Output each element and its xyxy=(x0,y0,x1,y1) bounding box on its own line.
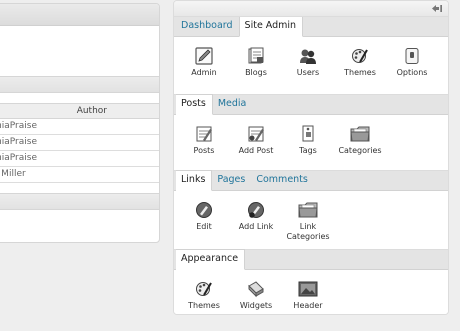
appearance-tabbar: Appearance xyxy=(174,249,448,270)
panel-blank-area xyxy=(0,26,159,76)
site-admin-tabbar: Dashboard Site Admin xyxy=(174,16,448,37)
add-link-menu-item[interactable]: Add Link xyxy=(230,201,282,249)
link-edit-icon xyxy=(196,202,212,218)
panel-header xyxy=(0,4,159,26)
menu-item-label: Categories xyxy=(338,146,382,155)
options-menu-item[interactable]: Options xyxy=(386,47,438,94)
collapse-sidebar-icon[interactable] xyxy=(431,4,443,13)
add-post-icon xyxy=(248,126,264,142)
link-add-icon xyxy=(248,202,264,218)
folder-icon xyxy=(350,126,370,142)
posts-icons: Posts Add Post Tags Categories xyxy=(174,115,448,171)
section-bar xyxy=(0,76,159,93)
menu-item-label: Header xyxy=(293,301,323,310)
tab-links[interactable]: Links xyxy=(176,170,213,191)
folder-icon xyxy=(298,202,318,218)
menu-item-label: Admin xyxy=(191,68,217,77)
menu-item-label: Add Post xyxy=(238,146,274,155)
users-icon xyxy=(300,49,316,64)
header-menu-item[interactable]: Header xyxy=(282,280,334,314)
admin-menu-panel: Dashboard Site Admin Admin Blogs Users T… xyxy=(173,0,449,315)
table-row[interactable]: y Miller xyxy=(0,167,159,183)
menu-item-label: Link Categories xyxy=(286,222,330,241)
section-bar xyxy=(0,193,159,210)
tags-icon xyxy=(302,125,314,142)
menu-item-label: Blogs xyxy=(245,68,267,77)
links-tabbar: Links Pages Comments xyxy=(174,170,448,191)
tags-menu-item[interactable]: Tags xyxy=(282,125,334,170)
appearance-icons: Themes Widgets Header xyxy=(174,270,448,314)
menu-item-label: Tags xyxy=(299,146,317,155)
widgets-menu-item[interactable]: Widgets xyxy=(230,280,282,314)
tab-appearance[interactable]: Appearance xyxy=(176,249,246,270)
menu-item-label: Widgets xyxy=(239,301,273,310)
author-column-header[interactable]: Author xyxy=(0,103,159,119)
admin-menu-item[interactable]: Admin xyxy=(178,47,230,94)
menu-item-label: Options xyxy=(396,68,428,77)
posts-menu-item[interactable]: Posts xyxy=(178,125,230,170)
menu-item-label: Users xyxy=(296,68,320,77)
users-menu-item[interactable]: Users xyxy=(282,47,334,94)
menu-item-label: Add Link xyxy=(238,222,274,231)
themes-icon xyxy=(352,49,368,63)
widgets-icon xyxy=(248,281,264,298)
table-row[interactable]: miaPraise xyxy=(0,119,159,135)
menu-item-label: Themes xyxy=(188,301,220,310)
categories-menu-item[interactable]: Categories xyxy=(334,125,386,170)
blogs-menu-item[interactable]: Blogs xyxy=(230,47,282,94)
edit-links-menu-item[interactable]: Edit xyxy=(178,201,230,249)
options-icon xyxy=(405,48,419,64)
appearance-themes-menu-item[interactable]: Themes xyxy=(178,280,230,314)
panel-top-bar xyxy=(174,1,448,17)
table-row[interactable]: miaPraise xyxy=(0,135,159,151)
header-image-icon xyxy=(298,281,318,297)
menu-item-label: Posts xyxy=(193,146,215,155)
menu-item-label: Themes xyxy=(344,68,376,77)
tab-media[interactable]: Media xyxy=(213,95,253,114)
blogs-icon xyxy=(248,47,264,64)
links-icons: Edit Add Link Link Categories xyxy=(174,191,448,250)
themes-menu-item[interactable]: Themes xyxy=(334,47,386,94)
add-post-menu-item[interactable]: Add Post xyxy=(230,125,282,170)
menu-item-label: Edit xyxy=(196,222,212,231)
posts-list-panel: Author miaPraise miaPraise miaPraise y M… xyxy=(0,3,160,243)
site-admin-icons: Admin Blogs Users Themes Options xyxy=(174,37,448,95)
tab-pages[interactable]: Pages xyxy=(212,171,251,190)
table-row[interactable]: miaPraise xyxy=(0,151,159,167)
tab-dashboard[interactable]: Dashboard xyxy=(176,17,239,36)
themes-icon xyxy=(196,282,212,296)
posts-icon xyxy=(196,126,212,142)
edit-icon xyxy=(195,47,213,65)
posts-tabbar: Posts Media xyxy=(174,94,448,115)
link-categories-menu-item[interactable]: Link Categories xyxy=(282,201,334,249)
tab-posts[interactable]: Posts xyxy=(176,94,213,115)
tab-comments[interactable]: Comments xyxy=(251,171,314,190)
tab-site-admin[interactable]: Site Admin xyxy=(238,16,304,37)
